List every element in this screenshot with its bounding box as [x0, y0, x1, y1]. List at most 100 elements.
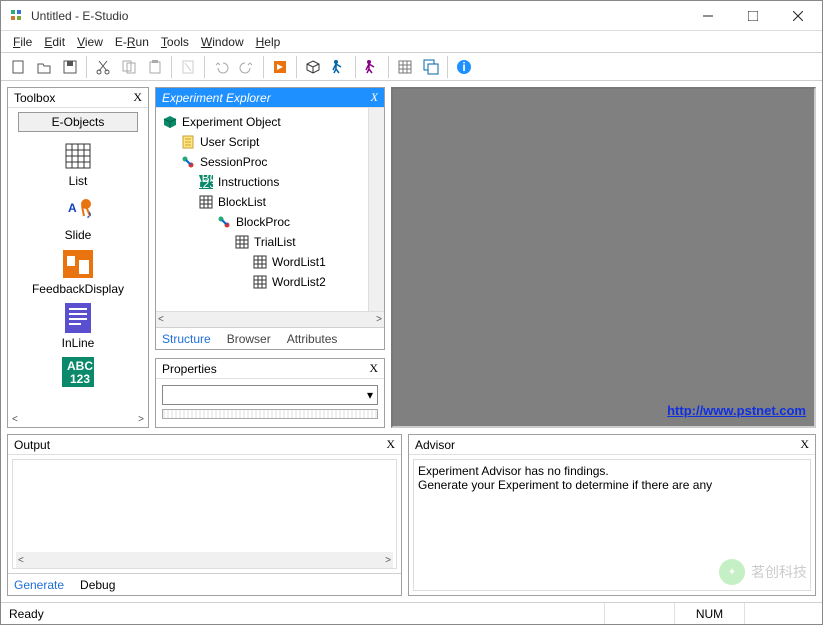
- script-icon: [180, 134, 196, 150]
- paste-icon[interactable]: [143, 55, 167, 79]
- properties-title: Properties X: [156, 359, 384, 379]
- tool-text[interactable]: ABC123: [12, 354, 144, 392]
- explorer-title: Experiment Explorer X: [156, 88, 384, 108]
- abc-icon: ABC123: [198, 174, 214, 190]
- close-button[interactable]: [775, 2, 820, 30]
- list-icon: [62, 140, 94, 172]
- svg-text:ABC: ABC: [67, 359, 93, 373]
- experiment-tree[interactable]: Experiment Object User Script SessionPro…: [156, 108, 384, 296]
- svg-text:A: A: [68, 201, 77, 215]
- tab-debug[interactable]: Debug: [80, 578, 115, 592]
- window-layout-icon[interactable]: [419, 55, 443, 79]
- toolbox-scrollbar[interactable]: <>: [12, 414, 144, 425]
- list-icon: [198, 194, 214, 210]
- chevron-down-icon: ▾: [367, 388, 373, 402]
- output-hscrollbar[interactable]: <>: [16, 552, 393, 568]
- slide-icon: A♪: [62, 194, 94, 226]
- tool-list[interactable]: List: [12, 138, 144, 190]
- undo-icon[interactable]: [209, 55, 233, 79]
- menu-help[interactable]: Help: [250, 33, 287, 51]
- tree-node-blockproc[interactable]: BlockProc: [158, 212, 382, 232]
- tool-inline[interactable]: InLine: [12, 300, 144, 352]
- output-body: <>: [12, 459, 397, 569]
- properties-title-label: Properties: [162, 362, 217, 376]
- advisor-body: Experiment Advisor has no findings. Gene…: [413, 459, 811, 591]
- menu-edit[interactable]: Edit: [38, 33, 71, 51]
- tree-node-sessionproc[interactable]: SessionProc: [158, 152, 382, 172]
- toolbar: i: [1, 53, 822, 81]
- explorer-tabs: Structure Browser Attributes: [156, 327, 384, 349]
- advisor-close-button[interactable]: X: [800, 437, 809, 452]
- tree-vscrollbar[interactable]: [368, 108, 384, 311]
- tree-node-user-script[interactable]: User Script: [158, 132, 382, 152]
- explorer-close-button[interactable]: X: [371, 90, 378, 105]
- open-icon[interactable]: [32, 55, 56, 79]
- list-icon: [252, 274, 268, 290]
- info-icon[interactable]: i: [452, 55, 476, 79]
- tree-hscrollbar[interactable]: <>: [156, 311, 384, 327]
- app-icon: [9, 8, 25, 24]
- maximize-button[interactable]: [730, 2, 775, 30]
- statusbar: Ready NUM: [1, 602, 822, 624]
- toolbox-title: Toolbox X: [8, 88, 148, 108]
- tab-generate[interactable]: Generate: [14, 578, 64, 592]
- tab-attributes[interactable]: Attributes: [287, 332, 338, 346]
- svg-text:123: 123: [70, 372, 90, 386]
- eobjects-button[interactable]: E-Objects: [18, 112, 138, 132]
- tree-node-triallist[interactable]: TrialList: [158, 232, 382, 252]
- tool-slide[interactable]: A♪ Slide: [12, 192, 144, 244]
- run-icon[interactable]: [327, 55, 351, 79]
- menu-tools[interactable]: Tools: [155, 33, 195, 51]
- properties-selector[interactable]: ▾: [162, 385, 378, 405]
- copy-icon[interactable]: [117, 55, 141, 79]
- tree-node-wordlist1[interactable]: WordList1: [158, 252, 382, 272]
- save-icon[interactable]: [58, 55, 82, 79]
- preview-area: http://www.pstnet.com: [391, 87, 816, 428]
- status-ready: Ready: [9, 607, 604, 621]
- tree-node-blocklist[interactable]: BlockList: [158, 192, 382, 212]
- redo-icon[interactable]: [235, 55, 259, 79]
- advisor-title-label: Advisor: [415, 438, 455, 452]
- grid-icon[interactable]: [393, 55, 417, 79]
- advisor-panel: Advisor X Experiment Advisor has no find…: [408, 434, 816, 596]
- properties-close-button[interactable]: X: [369, 361, 378, 376]
- status-num: NUM: [674, 603, 744, 624]
- output-title: Output X: [8, 435, 401, 455]
- window-title: Untitled - E-Studio: [31, 9, 685, 23]
- tab-browser[interactable]: Browser: [227, 332, 271, 346]
- menu-erun[interactable]: E-Run: [109, 33, 155, 51]
- pstnet-link[interactable]: http://www.pstnet.com: [667, 403, 806, 418]
- proc-icon: [216, 214, 232, 230]
- svg-text:i: i: [462, 60, 465, 74]
- menu-view[interactable]: View: [71, 33, 109, 51]
- feedback-icon: [62, 248, 94, 280]
- cut-icon[interactable]: [91, 55, 115, 79]
- tab-structure[interactable]: Structure: [162, 332, 211, 346]
- tool-feedback[interactable]: FeedbackDisplay: [12, 246, 144, 298]
- advisor-title: Advisor X: [409, 435, 815, 455]
- tree-node-experiment-object[interactable]: Experiment Object: [158, 112, 382, 132]
- generate-icon[interactable]: [268, 55, 292, 79]
- tree-node-wordlist2[interactable]: WordList2: [158, 272, 382, 292]
- experiment-explorer-panel: Experiment Explorer X Experiment Object …: [155, 87, 385, 350]
- package-icon[interactable]: [301, 55, 325, 79]
- output-close-button[interactable]: X: [386, 437, 395, 452]
- svg-text:♪: ♪: [86, 207, 92, 221]
- list-icon: [252, 254, 268, 270]
- proc-icon: [180, 154, 196, 170]
- delete-icon[interactable]: [176, 55, 200, 79]
- properties-panel: Properties X ▾: [155, 358, 385, 428]
- output-title-label: Output: [14, 438, 50, 452]
- toolbox-panel: Toolbox X E-Objects List A♪ Slide Feedba…: [7, 87, 149, 428]
- menu-window[interactable]: Window: [195, 33, 250, 51]
- toolbox-title-label: Toolbox: [14, 91, 55, 105]
- new-icon[interactable]: [6, 55, 30, 79]
- tree-node-instructions[interactable]: ABC123Instructions: [158, 172, 382, 192]
- toolbox-close-button[interactable]: X: [133, 90, 142, 105]
- menu-file[interactable]: File: [7, 33, 38, 51]
- inline-icon: [62, 302, 94, 334]
- cube-icon: [162, 114, 178, 130]
- run-alt-icon[interactable]: [360, 55, 384, 79]
- output-tabs: Generate Debug: [8, 573, 401, 595]
- minimize-button[interactable]: [685, 2, 730, 30]
